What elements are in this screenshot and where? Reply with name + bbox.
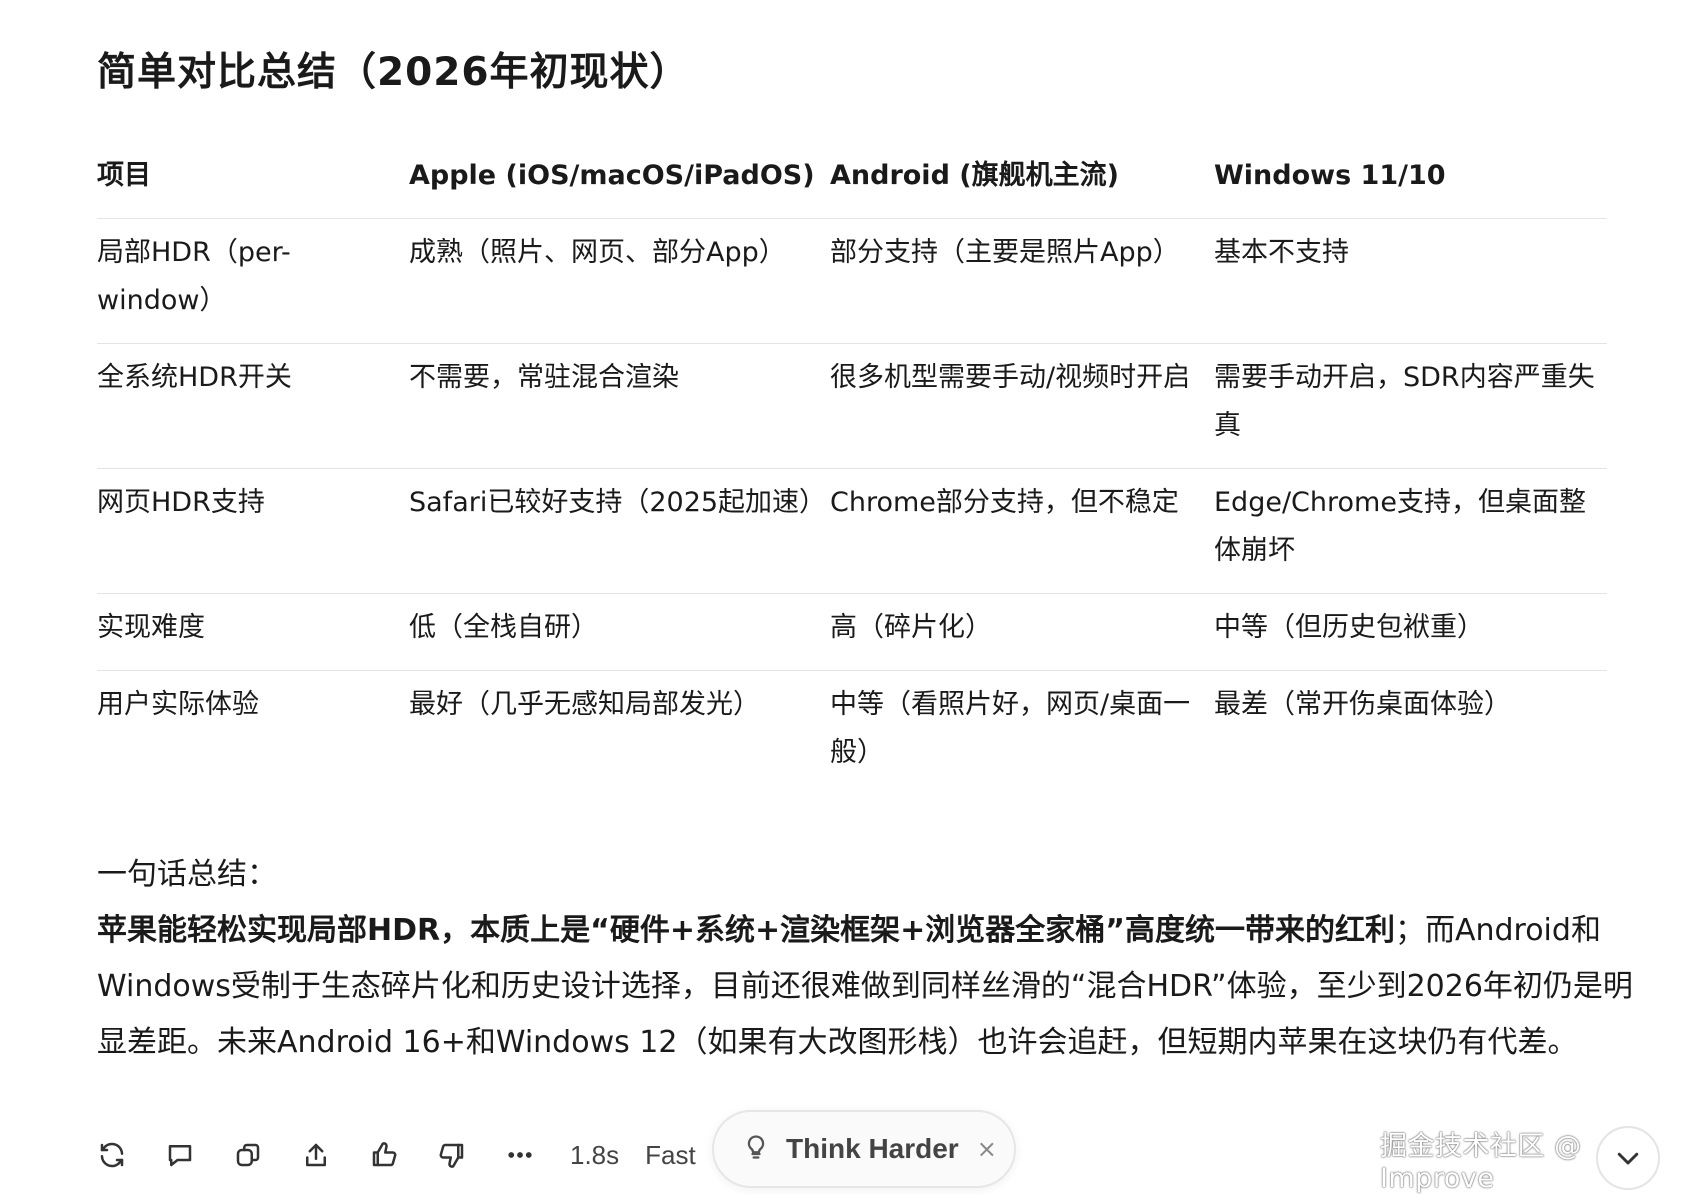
table-header-cell: Windows 11/10 (1214, 152, 1607, 219)
thumbs-down-icon[interactable] (434, 1137, 470, 1173)
chevron-down-icon (1617, 1152, 1639, 1165)
think-harder-label: Think Harder (786, 1133, 959, 1164)
message-content: 简单对比总结（2026年初现状） 项目 Apple (iOS/macOS/iPa… (97, 40, 1633, 1071)
model-mode: Fast (645, 1139, 696, 1170)
table-cell: 网页HDR支持 (97, 468, 409, 594)
comment-icon[interactable] (162, 1137, 198, 1173)
table-cell: 高（碎片化） (830, 593, 1214, 671)
table-row: 实现难度 低（全栈自研） 高（碎片化） 中等（但历史包袱重） (97, 593, 1607, 671)
table-row: 局部HDR（per-window） 成熟（照片、网页、部分App） 部分支持（主… (97, 218, 1607, 344)
page-title: 简单对比总结（2026年初现状） (97, 50, 690, 95)
table-cell: Edge/Chrome支持，但桌面整体崩坏 (1214, 468, 1607, 594)
table-row: 全系统HDR开关 不需要，常驻混合渲染 很多机型需要手动/视频时开启 需要手动开… (97, 343, 1607, 469)
table-header-cell: 项目 (97, 152, 409, 219)
table-cell: 用户实际体验 (97, 689, 259, 720)
table-cell: 基本不支持 (1214, 218, 1607, 344)
table-cell: 部分支持（主要是照片App） (830, 218, 1214, 344)
close-icon[interactable]: × (977, 1135, 997, 1163)
table-cell: Chrome部分支持，但不稳定 (830, 468, 1214, 594)
comparison-table: 项目 Apple (iOS/macOS/iPadOS) Android (旗舰机… (97, 152, 1607, 795)
regenerate-icon[interactable] (94, 1137, 130, 1173)
table-cell: 中等（但历史包袱重） (1214, 593, 1607, 671)
response-time: 1.8s (570, 1139, 620, 1170)
table-cell: 需要手动开启，SDR内容严重失真 (1214, 343, 1607, 469)
table-cell: 全系统HDR开关 (97, 343, 409, 469)
thumbs-up-icon[interactable] (366, 1137, 402, 1173)
table-cell: 最好（几乎无感知局部发光） (409, 689, 760, 720)
summary-lead: 一句话总结： (97, 857, 277, 892)
table-header-cell: Android (旗舰机主流) (830, 152, 1214, 219)
table-cell: 很多机型需要手动/视频时开启 (830, 343, 1214, 469)
scroll-down-button[interactable] (1596, 1126, 1660, 1190)
table-cell: 成熟（照片、网页、部分App） (409, 218, 830, 344)
share-icon[interactable] (298, 1137, 334, 1173)
message-action-bar: 1.8s Fast (94, 1130, 722, 1180)
summary-paragraph: 一句话总结： 苹果能轻松实现局部HDR，本质上是“硬件+系统+渲染框架+浏览器全… (97, 847, 1637, 1071)
table-cell: 局部HDR（per-window） (97, 218, 409, 344)
table-cell: Safari已较好支持（2025起加速） (409, 468, 830, 594)
table-cell: 中等（看照片好，网页/桌面一般） (830, 689, 1191, 768)
think-harder-button[interactable]: Think Harder × (712, 1110, 1016, 1188)
table-header-row: 项目 Apple (iOS/macOS/iPadOS) Android (旗舰机… (97, 152, 1607, 219)
table-cell: 最差（常开伤桌面体验） (1214, 689, 1511, 720)
table-cell: 实现难度 (97, 593, 409, 671)
table-cell: 不需要，常驻混合渲染 (409, 343, 830, 469)
more-icon[interactable] (502, 1137, 538, 1173)
lightbulb-icon (742, 1133, 770, 1165)
summary-bold-text: 苹果能轻松实现局部HDR，本质上是“硬件+系统+渲染框架+浏览器全家桶”高度统一… (97, 913, 1395, 948)
copy-icon[interactable] (230, 1137, 266, 1173)
table-row: 用户实际体验 最好（几乎无感知局部发光） 中等（看照片好，网页/桌面一般） 最差… (97, 671, 1607, 796)
table-header-cell: Apple (iOS/macOS/iPadOS) (409, 152, 830, 219)
table-row: 网页HDR支持 Safari已较好支持（2025起加速） Chrome部分支持，… (97, 468, 1607, 594)
table-cell: 低（全栈自研） (409, 593, 830, 671)
